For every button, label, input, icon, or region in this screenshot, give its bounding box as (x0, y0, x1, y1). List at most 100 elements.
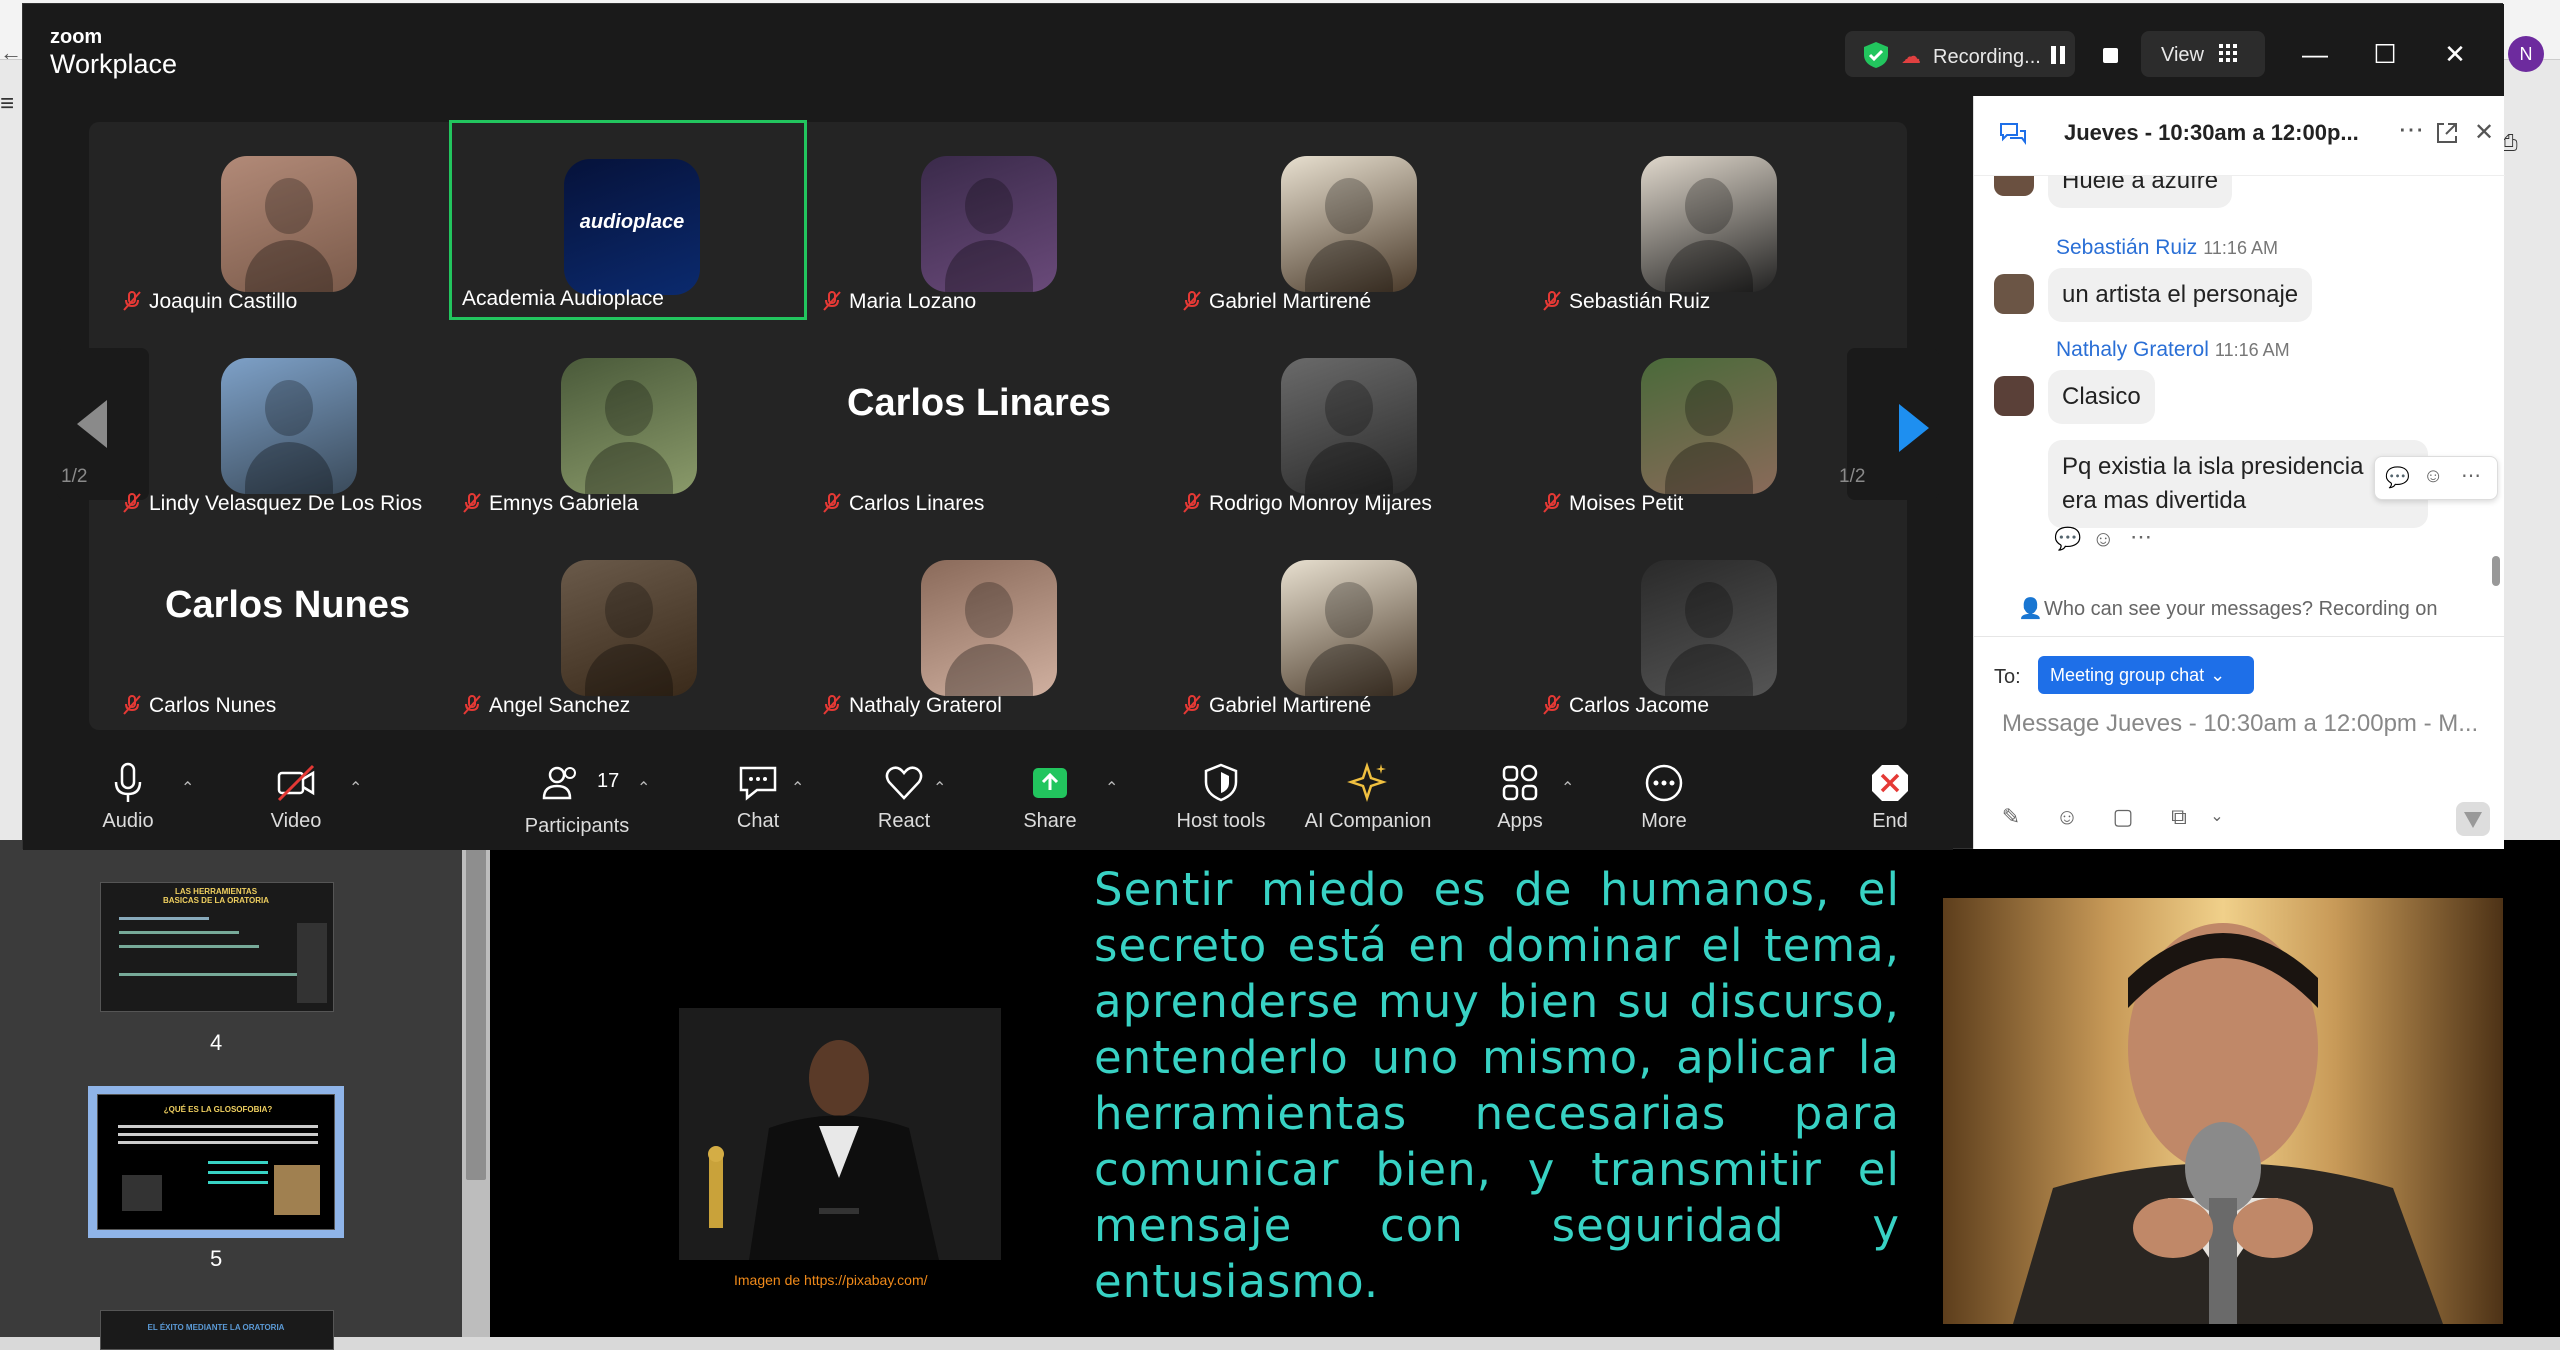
close-window-button[interactable]: ✕ (2435, 34, 2475, 74)
chat-options-caret[interactable]: ⌃ (791, 778, 804, 798)
video-button[interactable]: Video (251, 760, 341, 840)
participant-tile[interactable]: Rodrigo Monroy Mijares (1169, 322, 1527, 522)
participant-tile[interactable]: Maria Lozano (809, 120, 1167, 320)
participant-tile[interactable]: Angel Sanchez (449, 524, 807, 724)
slide-thumb-5[interactable]: ¿QUÉ ES LA GLOSOFOBIA? (97, 1094, 335, 1230)
reply-thread-icon[interactable]: 💬 (2385, 465, 2410, 490)
back-arrow-icon[interactable]: ← (0, 40, 22, 65)
participant-name: Sebastián Ruiz (1569, 290, 1711, 313)
avatar-silhouette (965, 178, 1013, 234)
recipient-selector[interactable]: Meeting group chat ⌄ (2038, 656, 2254, 694)
stop-recording-icon[interactable] (2103, 48, 2118, 63)
avatar-silhouette (1305, 240, 1393, 292)
react-button[interactable]: React (859, 760, 949, 840)
slide-thumb-6[interactable]: EL ÉXITO MEDIANTE LA ORATORIA (100, 1310, 334, 1350)
audioplace-logo: audioplace (564, 159, 700, 295)
participant-name: Gabriel Martirené (1209, 290, 1372, 313)
more-actions-icon[interactable]: ⋯ (2461, 463, 2481, 488)
participant-tile[interactable]: Carlos Jacome (1529, 524, 1887, 724)
participant-tile[interactable]: Moises Petit (1529, 322, 1887, 522)
avatar-silhouette (1305, 442, 1393, 494)
chat-button[interactable]: Chat (713, 760, 803, 840)
participants-button[interactable]: 17 Participants (497, 760, 657, 840)
participant-tile[interactable]: Lindy Velasquez De Los Rios (109, 322, 467, 522)
security-shield-icon[interactable] (1861, 40, 1891, 70)
thumb-line (118, 1141, 318, 1144)
muted-mic-icon (1181, 290, 1203, 312)
participant-name-placeholder: Carlos Linares (847, 382, 1111, 424)
host-tools-button[interactable]: Host tools (1151, 760, 1291, 840)
chat-more-icon[interactable]: ⋯ (2398, 114, 2424, 145)
message-more-icon[interactable]: ⋯ (2130, 524, 2152, 550)
participant-avatar (921, 560, 1057, 696)
heart-icon (885, 766, 923, 800)
thumb-photo (274, 1165, 320, 1215)
user-avatar[interactable]: N (2508, 36, 2544, 72)
participant-tile[interactable]: Gabriel Martirené (1169, 120, 1527, 320)
share-button[interactable]: Share (1005, 760, 1095, 840)
apps-options-caret[interactable]: ⌃ (1561, 778, 1574, 798)
participant-tile[interactable]: Emnys Gabriela (449, 322, 807, 522)
participants-options-caret[interactable]: ⌃ (637, 778, 650, 798)
reply-icon[interactable]: 💬 (2054, 526, 2081, 552)
file-icon[interactable]: ▢ (2110, 804, 2136, 830)
react-options-caret[interactable]: ⌃ (933, 778, 946, 798)
chat-bubbles-icon (2000, 123, 2026, 145)
participant-tile[interactable]: Joaquin Castillo (109, 120, 467, 320)
sparkle-icon (1347, 762, 1387, 802)
screenshot-icon[interactable]: ⧉ (2166, 804, 2192, 830)
avatar-silhouette (1685, 178, 1733, 234)
ai-companion-button[interactable]: AI Companion (1285, 760, 1451, 840)
slide-thumb-4-title: LAS HERRAMIENTAS BASICAS DE LA ORATORIA (162, 887, 270, 905)
format-icon[interactable]: ✎ (1998, 804, 2024, 830)
chat-avatar-nathaly (1994, 376, 2034, 416)
add-reaction-icon[interactable]: ☺ (2423, 465, 2443, 488)
participant-tile[interactable]: audioplace Academia Audioplace (449, 120, 807, 320)
menu-icon[interactable]: ≡ (0, 90, 22, 140)
thumb-photo (297, 923, 327, 1003)
participant-tile[interactable]: Carlos Nunes Carlos Nunes (109, 524, 467, 724)
share-options-caret[interactable]: ⌃ (1105, 778, 1118, 798)
slide-photo-speaker-with-award (679, 1008, 1001, 1260)
slide-number-4: 4 (210, 1030, 223, 1055)
audio-options-caret[interactable]: ⌃ (181, 778, 194, 798)
message-input[interactable]: Message Jueves - 10:30am a 12:00pm - M..… (2002, 710, 2492, 738)
chevron-down-icon[interactable]: ⌄ (2204, 804, 2230, 830)
nervous-speaker-illustration (1943, 898, 2503, 1324)
participant-tile[interactable]: Nathaly Graterol (809, 524, 1167, 724)
popout-icon[interactable] (2434, 120, 2460, 146)
audio-label: Audio (102, 810, 154, 832)
sender-name: Sebastián Ruiz (2056, 236, 2198, 259)
slide-thumb-4[interactable]: LAS HERRAMIENTAS BASICAS DE LA ORATORIA (100, 882, 334, 1012)
emoji-icon[interactable]: ☺ (2092, 526, 2114, 552)
video-options-caret[interactable]: ⌃ (349, 778, 362, 798)
privacy-notice[interactable]: Who can see your messages? Recording on (2044, 598, 2438, 621)
slide-number-5: 5 (210, 1246, 223, 1271)
participant-tile[interactable]: Carlos Linares Carlos Linares (809, 322, 1167, 522)
end-meeting-button[interactable]: End (1845, 760, 1935, 840)
apps-button[interactable]: Apps (1475, 760, 1565, 840)
participant-avatar (1281, 156, 1417, 292)
audio-button[interactable]: Audio (83, 760, 173, 840)
participant-name: Angel Sanchez (489, 694, 631, 717)
pause-recording-icon[interactable] (2051, 46, 2067, 64)
chat-avatar (1994, 176, 2034, 196)
maximize-button[interactable]: ☐ (2365, 34, 2405, 74)
more-button[interactable]: More (1619, 760, 1709, 840)
emoji-icon[interactable]: ☺ (2054, 804, 2080, 830)
scrollbar-thumb[interactable] (466, 840, 486, 1180)
participant-tile[interactable]: Gabriel Martirené (1169, 524, 1527, 724)
ai-companion-label: AI Companion (1304, 810, 1432, 832)
thumb-line (208, 1161, 268, 1164)
minimize-button[interactable]: — (2295, 34, 2335, 74)
cloud-recording-icon: ☁ (1901, 46, 1921, 68)
send-button[interactable] (2456, 802, 2490, 836)
thumbnails-scrollbar[interactable] (462, 840, 490, 1337)
avatar-silhouette (1665, 644, 1753, 696)
more-label: More (1641, 810, 1687, 832)
chat-message: Pq existia la isla presidencia era mas d… (2048, 440, 2428, 528)
chat-scrollbar[interactable] (2492, 556, 2500, 586)
avatar-silhouette (585, 644, 673, 696)
close-chat-icon[interactable]: ✕ (2474, 118, 2494, 147)
participant-tile[interactable]: Sebastián Ruiz (1529, 120, 1887, 320)
